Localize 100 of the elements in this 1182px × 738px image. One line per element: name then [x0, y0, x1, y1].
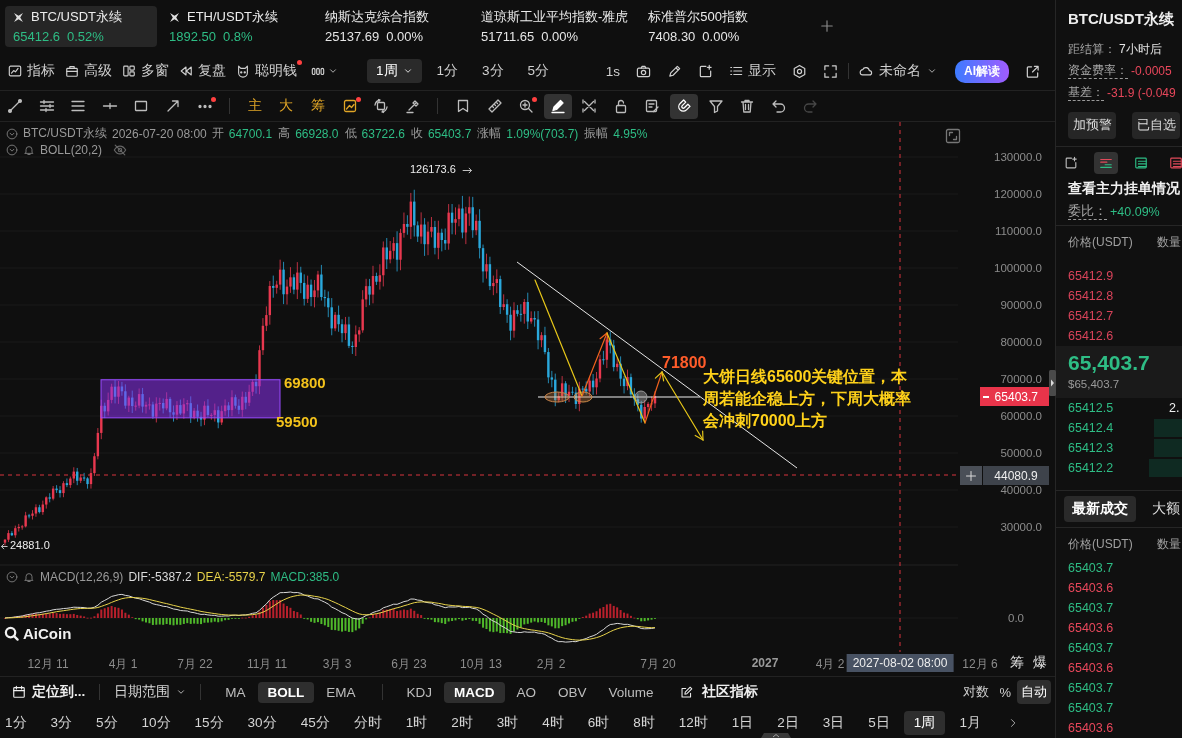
legend-value: 65403.7 [427, 126, 472, 141]
drawing-tool-button[interactable]: 大 [272, 93, 301, 119]
pen-icon[interactable] [667, 63, 682, 79]
community-indicators-button[interactable]: 社区指标 [679, 683, 758, 701]
price-tick-icon [983, 396, 989, 398]
indicator-tab[interactable]: BOLL [257, 681, 315, 703]
timeframe-tab[interactable]: 1周 [903, 710, 946, 735]
settings-icon[interactable] [792, 63, 807, 79]
timeframe-tab[interactable]: 3日 [812, 710, 855, 735]
timeframe-tab[interactable]: 1分 [0, 710, 37, 735]
timeframe-tab[interactable]: 2时 [441, 710, 483, 735]
toolbar-button[interactable]: 高级 [65, 59, 117, 83]
undo-icon [770, 98, 787, 114]
toolbar-button[interactable]: 多窗 [122, 59, 174, 83]
fullscreen-icon[interactable] [823, 63, 838, 79]
timeframe-tab[interactable]: 6时 [577, 710, 620, 735]
ticker-tab[interactable]: 纳斯达克综合指数 25137.69 0.00% [317, 5, 469, 47]
time-axis-label: 4月 1 [108, 656, 138, 673]
interval-tab[interactable]: 5分 [518, 59, 559, 83]
timeframe-tab[interactable]: 3分 [40, 710, 83, 735]
timeframe-tab[interactable]: 4时 [532, 710, 574, 735]
date-range-dropdown[interactable]: 日期范围 [114, 683, 187, 701]
axis-tool-button[interactable]: 筹 [1010, 654, 1024, 672]
legend-label: 涨幅 [477, 125, 502, 142]
timeframe-tab[interactable]: 5日 [858, 710, 900, 735]
bell-icon[interactable] [23, 144, 35, 156]
price-axis-label: 80000.0 [1000, 335, 1042, 349]
toolbar-button[interactable]: 聪明钱 [236, 59, 302, 83]
timeframe-tab[interactable]: 1日 [721, 710, 764, 735]
timeframe-tab[interactable]: 1月 [949, 710, 991, 735]
scale-option[interactable]: 自动 [1017, 680, 1051, 704]
timeframe-tab[interactable]: 30分 [237, 710, 287, 735]
interval-tab[interactable]: 1周 [367, 59, 422, 83]
indicator-tab[interactable]: OBV [548, 681, 597, 703]
chevron-circle-icon[interactable] [6, 571, 18, 583]
chevron-circle-icon[interactable] [6, 127, 18, 140]
action-button[interactable]: 已自选 [1132, 112, 1180, 139]
trades-tab[interactable]: 最新成交 [1064, 496, 1136, 522]
indicator-tab[interactable]: KDJ [396, 681, 443, 703]
column-header: 数量 [1157, 234, 1181, 251]
timeframe-tab[interactable]: 12时 [668, 710, 718, 735]
timeframe-tab[interactable]: 1时 [395, 710, 438, 735]
ticker-tab[interactable]: 标准普尔500指数 7408.30 0.00% [640, 5, 793, 47]
indicator-tab[interactable]: MACD [444, 681, 505, 703]
panel-handle-icon[interactable] [1049, 370, 1056, 396]
camera-icon[interactable] [636, 63, 651, 79]
plus-icon[interactable] [820, 19, 835, 33]
timeframe-tab[interactable]: 分时 [343, 710, 392, 735]
drawing-tool-button[interactable] [543, 93, 572, 119]
drawer-handle-icon[interactable] [761, 733, 791, 738]
indicator-tab[interactable]: MA [215, 681, 256, 703]
axis-tool-button[interactable]: 爆 [1033, 654, 1047, 672]
drawing-tool-button[interactable]: 主 [240, 93, 269, 119]
timeframe-tab[interactable]: 10分 [131, 710, 181, 735]
timeframe-tab[interactable]: 8时 [623, 710, 665, 735]
ticker-tab[interactable]: BTC/USDT永续 65412.6 0.52% [5, 5, 157, 47]
rectangle-icon [133, 98, 150, 114]
view-tab[interactable] [1094, 152, 1118, 174]
share-icon[interactable] [1025, 63, 1040, 79]
zoom-in-icon [518, 98, 535, 114]
toolbar-button[interactable]: 指标 [8, 59, 60, 83]
drawing-tool-button[interactable]: 筹 [303, 93, 332, 119]
indicator-tab[interactable]: Volume [598, 681, 664, 703]
stat-label: 距结算： [1068, 41, 1116, 57]
locate-button[interactable]: 定位到... [12, 683, 86, 701]
scale-option[interactable]: % [995, 681, 1015, 703]
ratio-label: 委比： [1068, 204, 1107, 220]
timeframe-tab[interactable]: 15分 [184, 710, 234, 735]
tick-interval-button[interactable]: 1s [605, 63, 620, 79]
expand-icon[interactable] [945, 128, 961, 144]
timeframe-tab[interactable]: 2日 [767, 710, 809, 735]
timeframe-tab[interactable]: 5分 [86, 710, 128, 735]
time-axis-label: 10月 13 [460, 656, 502, 673]
indicator-tab[interactable]: AO [506, 681, 547, 703]
action-button[interactable]: 加预警 [1068, 112, 1116, 139]
interval-tab[interactable]: 3分 [473, 59, 513, 83]
ai-button[interactable]: AI解读 [955, 59, 1009, 83]
drawing-tool-button[interactable] [670, 93, 699, 119]
add-window-icon[interactable] [698, 63, 713, 79]
interval-tab[interactable]: 1分 [427, 59, 468, 83]
eye-off-icon[interactable] [113, 143, 128, 157]
layout-icon [122, 64, 136, 78]
trades-tab[interactable]: 大额 [1144, 496, 1182, 522]
cloud-icon [859, 64, 873, 78]
display-button[interactable]: 显示 [729, 62, 776, 80]
timeframe-tab[interactable]: 3时 [486, 710, 529, 735]
filter-icon [707, 98, 724, 114]
stat-value: -0.0005 [1131, 63, 1172, 80]
bell-icon[interactable] [23, 571, 35, 583]
toolbar-button[interactable]: 复盘 [179, 59, 231, 83]
timeframe-tab[interactable]: 45分 [290, 710, 340, 735]
layout-name-button[interactable]: 未命名 [859, 62, 937, 80]
chevron-circle-icon[interactable] [6, 144, 18, 156]
crosshair-add-button[interactable] [960, 466, 982, 485]
ticker-tab[interactable]: 道琼斯工业平均指数-雅虎 51711.65 0.00% [473, 5, 637, 47]
chevron-down-icon [176, 687, 187, 697]
scale-option[interactable]: 对数 [959, 680, 994, 704]
price-axis-label: 90000.0 [1000, 298, 1042, 312]
indicator-tab[interactable]: EMA [316, 681, 366, 703]
ticker-tab[interactable]: ETH/USDT永续 1892.50 0.8% [161, 5, 313, 47]
